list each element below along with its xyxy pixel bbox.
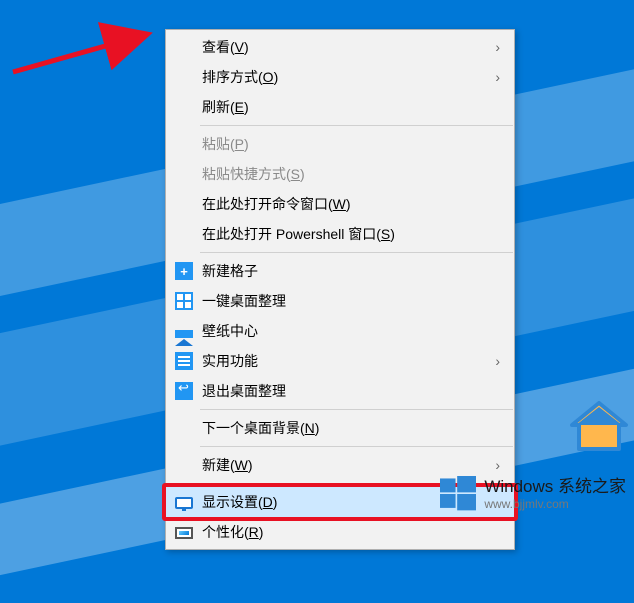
chevron-right-icon: › xyxy=(495,69,500,85)
menu-item-one-click-arrange[interactable]: 一键桌面整理 xyxy=(166,286,514,316)
menu-label: 粘贴(P) xyxy=(202,134,249,154)
menu-item-refresh[interactable]: 刷新(E) xyxy=(166,92,514,122)
menu-separator xyxy=(200,125,513,126)
plus-icon: + xyxy=(175,262,193,280)
cube-icon xyxy=(175,323,193,339)
menu-item-view[interactable]: 查看(V) › xyxy=(166,32,514,62)
watermark-url: www.bjjmlv.com xyxy=(484,497,626,511)
menu-item-exit-desktop-arrange[interactable]: 退出桌面整理 xyxy=(166,376,514,406)
menu-item-new-grid[interactable]: + 新建格子 xyxy=(166,256,514,286)
menu-label: 实用功能 xyxy=(202,351,258,371)
menu-label: 个性化(R) xyxy=(202,522,263,542)
menu-label: 在此处打开 Powershell 窗口(S) xyxy=(202,224,395,244)
exit-icon xyxy=(175,382,193,400)
personalize-icon xyxy=(175,527,193,539)
monitor-icon xyxy=(175,497,193,509)
chevron-right-icon: › xyxy=(495,39,500,55)
menu-item-practical-functions[interactable]: 实用功能 › xyxy=(166,346,514,376)
menu-label: 下一个桌面背景(N) xyxy=(202,418,319,438)
house-logo-icon xyxy=(568,401,630,456)
menu-label: 刷新(E) xyxy=(202,97,249,117)
menu-label: 一键桌面整理 xyxy=(202,291,286,311)
list-icon xyxy=(175,352,193,370)
menu-item-open-powershell[interactable]: 在此处打开 Powershell 窗口(S) xyxy=(166,219,514,249)
menu-label: 排序方式(O) xyxy=(202,67,278,87)
menu-item-next-wallpaper[interactable]: 下一个桌面背景(N) xyxy=(166,413,514,443)
menu-item-open-cmd[interactable]: 在此处打开命令窗口(W) xyxy=(166,189,514,219)
menu-item-paste-shortcut: 粘贴快捷方式(S) xyxy=(166,159,514,189)
menu-label: 显示设置(D) xyxy=(202,492,277,512)
watermark-title: Windows 系统之家 xyxy=(484,477,626,497)
menu-separator xyxy=(200,409,513,410)
menu-item-personalize[interactable]: 个性化(R) xyxy=(166,517,514,547)
menu-item-sort[interactable]: 排序方式(O) › xyxy=(166,62,514,92)
annotation-arrow-icon xyxy=(8,20,168,80)
menu-label: 新建(W) xyxy=(202,455,253,475)
menu-item-paste: 粘贴(P) xyxy=(166,129,514,159)
menu-separator xyxy=(200,252,513,253)
chevron-right-icon: › xyxy=(495,353,500,369)
grid-icon xyxy=(175,292,193,310)
watermark: Windows 系统之家 www.bjjmlv.com xyxy=(432,472,634,514)
menu-item-wallpaper-center[interactable]: 壁纸中心 xyxy=(166,316,514,346)
menu-label: 壁纸中心 xyxy=(202,321,258,341)
menu-label: 退出桌面整理 xyxy=(202,381,286,401)
menu-label: 在此处打开命令窗口(W) xyxy=(202,194,351,214)
menu-label: 查看(V) xyxy=(202,37,249,57)
menu-label: 新建格子 xyxy=(202,261,258,281)
chevron-right-icon: › xyxy=(495,457,500,473)
menu-separator xyxy=(200,446,513,447)
windows-logo-icon xyxy=(440,476,476,512)
menu-label: 粘贴快捷方式(S) xyxy=(202,164,305,184)
